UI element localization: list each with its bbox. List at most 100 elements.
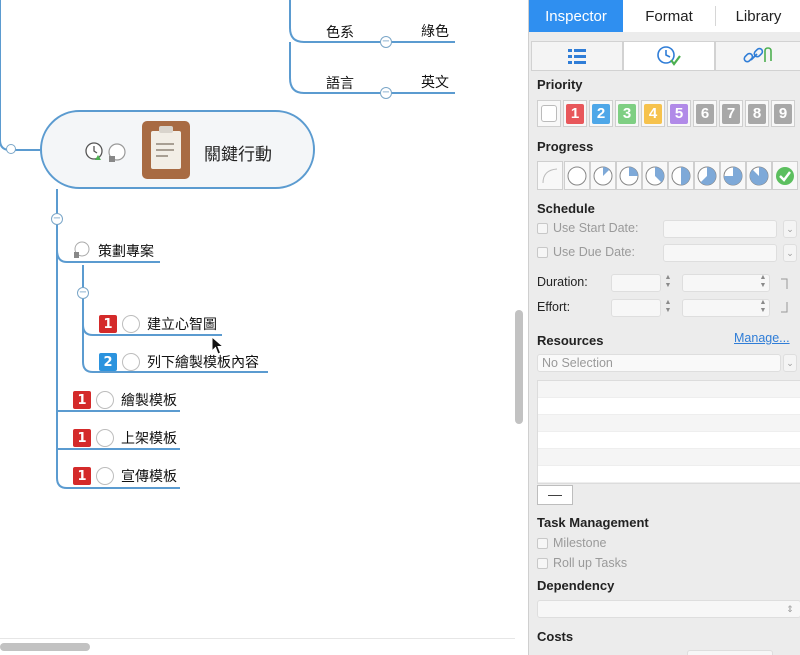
task-management-title: Task Management (537, 515, 649, 530)
progress-87-button[interactable] (746, 161, 772, 190)
progress-icon (74, 241, 90, 258)
duration-unit-stepper-icon: ▲ ▼ (759, 274, 767, 289)
effort-unit-select[interactable] (682, 299, 770, 317)
subtopic-label[interactable]: 繪製模板 (121, 390, 177, 410)
tab-inspector[interactable]: Inspector (529, 0, 623, 32)
resource-select[interactable]: No Selection (537, 354, 781, 372)
subtopic-label[interactable]: 上架模板 (121, 428, 177, 448)
start-date-field[interactable] (663, 220, 777, 238)
progress-circle-icon (96, 429, 114, 447)
milestone-label: Milestone (553, 536, 607, 550)
priority-none-button[interactable] (537, 100, 561, 127)
priority-8-button[interactable]: 8 (745, 100, 769, 127)
progress-50-button[interactable] (668, 161, 694, 190)
half-circle-icon (108, 143, 126, 162)
list-row (538, 398, 800, 415)
link-bracket-icon[interactable] (779, 301, 791, 313)
priority-badge: 2 (99, 353, 117, 371)
progress-none-icon (542, 168, 558, 183)
priority-badge: 1 (73, 467, 91, 485)
tab-format[interactable]: Format (623, 0, 715, 32)
due-date-field[interactable] (663, 244, 777, 262)
priority-4-button[interactable]: 4 (641, 100, 665, 127)
effort-stepper[interactable]: ▲ ▼ (663, 299, 673, 317)
duration-stepper[interactable]: ▲ ▼ (663, 274, 673, 292)
use-start-date-checkbox[interactable] (537, 223, 548, 234)
priority-3-button[interactable]: 3 (615, 100, 639, 127)
progress-none-button[interactable] (537, 161, 563, 190)
collapse-toggle[interactable]: − (51, 213, 63, 225)
use-due-date-label: Use Due Date: (553, 245, 635, 259)
roll-up-tasks-checkbox[interactable] (537, 558, 548, 569)
branch-label-color[interactable]: 色系 (326, 22, 354, 42)
subtab-topic-info[interactable] (531, 41, 623, 71)
collapse-toggle[interactable] (6, 144, 16, 154)
chevron-down-icon[interactable]: ⌄ (783, 244, 797, 262)
resources-title: Resources (537, 333, 604, 348)
priority-5-button[interactable]: 5 (667, 100, 691, 127)
priority-7-button[interactable]: 7 (719, 100, 743, 127)
list-row (538, 449, 800, 466)
branch-value-color[interactable]: 綠色 (421, 21, 449, 41)
tab-library[interactable]: Library (716, 0, 800, 32)
list-row (538, 432, 800, 449)
subtopic-label[interactable]: 宣傳模板 (121, 466, 177, 486)
progress-25-button[interactable] (616, 161, 642, 190)
progress-circle-icon (96, 391, 114, 409)
collapse-toggle[interactable]: − (77, 287, 89, 299)
progress-circle-icon (122, 353, 140, 371)
schedule-title: Schedule (537, 201, 595, 216)
progress-75-button[interactable] (720, 161, 746, 190)
link-bracket-icon[interactable] (779, 278, 791, 290)
subtab-task-info[interactable] (623, 41, 715, 71)
duration-unit-select[interactable] (682, 274, 770, 292)
task-clock-icon (657, 46, 681, 66)
priority-9-button[interactable]: 9 (771, 100, 795, 127)
progress-25-icon (619, 166, 639, 185)
vertical-scrollbar[interactable] (515, 310, 523, 424)
progress-0-button[interactable] (564, 161, 590, 190)
branch-label-language[interactable]: 語言 (326, 73, 354, 93)
priority-title: Priority (537, 77, 583, 92)
subtopic-label[interactable]: 建立心智圖 (147, 314, 217, 334)
progress-37-icon (645, 166, 665, 185)
cost-field[interactable] (687, 650, 773, 655)
manage-resources-link[interactable]: Manage... (734, 331, 790, 345)
priority-1-button[interactable]: 1 (563, 100, 587, 127)
progress-62-button[interactable] (694, 161, 720, 190)
use-due-date-checkbox[interactable] (537, 247, 548, 258)
progress-37-button[interactable] (642, 161, 668, 190)
progress-12-button[interactable] (590, 161, 616, 190)
progress-100-button[interactable] (772, 161, 798, 190)
effort-value-field[interactable] (611, 299, 661, 317)
horizontal-scrollbar[interactable] (0, 643, 90, 651)
milestone-checkbox[interactable] (537, 538, 548, 549)
mouse-pointer-icon (211, 336, 225, 355)
inspector-panel: Inspector Format Library Priority 1 2 3 … (528, 0, 800, 655)
subtopic-label[interactable]: 策劃專案 (98, 241, 154, 261)
progress-75-icon (723, 166, 743, 185)
dependency-select[interactable] (537, 600, 800, 618)
remove-resource-button[interactable]: — (537, 485, 573, 505)
main-topic-node[interactable]: 關鍵行動 (40, 110, 315, 189)
resource-list[interactable] (537, 380, 800, 484)
progress-12-icon (593, 166, 613, 185)
chevron-down-icon[interactable]: ⌄ (783, 354, 797, 372)
mindmap-canvas[interactable]: 色系 綠色 語言 英文 − − 關鍵行動 − − 策劃專案 1 建立心智圖 2 (0, 0, 528, 655)
branch-value-language[interactable]: 英文 (421, 72, 449, 92)
effort-unit-stepper-icon: ▲ ▼ (759, 299, 767, 314)
chevron-down-icon[interactable]: ⌄ (783, 220, 797, 238)
priority-6-button[interactable]: 6 (693, 100, 717, 127)
collapse-toggle[interactable]: − (380, 36, 392, 48)
list-icon (568, 49, 586, 64)
clipboard-document-icon (142, 121, 190, 179)
collapse-toggle[interactable]: − (380, 87, 392, 99)
main-topic-label: 關鍵行動 (204, 145, 272, 165)
subtab-links[interactable] (715, 41, 800, 71)
priority-2-button[interactable]: 2 (589, 100, 613, 127)
priority-badge: 1 (73, 429, 91, 447)
progress-0-icon (567, 166, 587, 185)
list-row (538, 466, 800, 483)
subtopic-label[interactable]: 列下繪製模板內容 (147, 352, 259, 372)
duration-value-field[interactable] (611, 274, 661, 292)
